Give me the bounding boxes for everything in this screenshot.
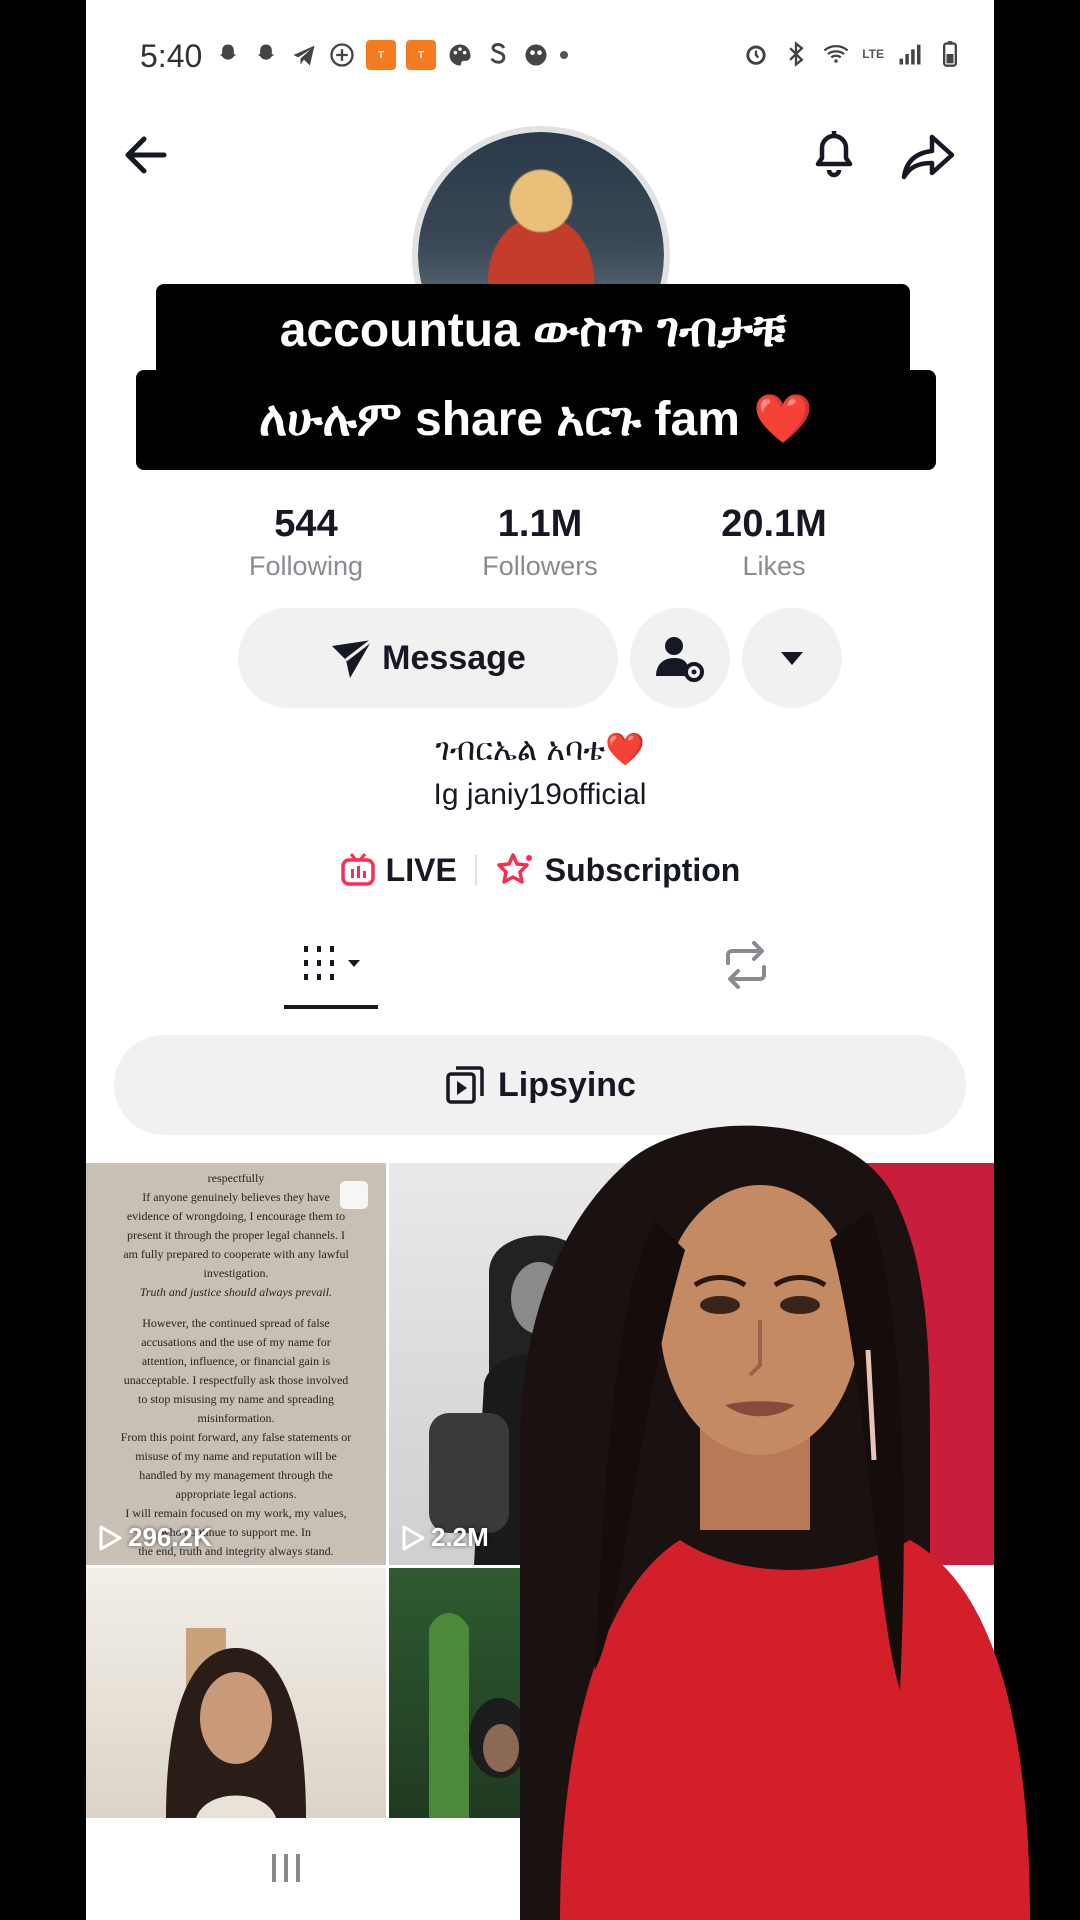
wifi-icon [823,44,849,63]
bell-icon[interactable] [804,122,864,182]
live-tv-icon [340,853,375,886]
selfie-photo [166,1628,306,1818]
stat-label: Likes [742,551,806,581]
grid-icon [304,946,360,980]
notification-icons: T T [214,40,568,70]
view-count-value: 296.2K [128,1522,212,1552]
statement-line: investigation. [203,1266,269,1280]
status-time: 5:40 [140,38,203,74]
stat-label: Following [248,551,364,581]
battery-icon [943,41,957,67]
subscription-star-icon [497,853,532,884]
statement-text: respectfully If anyone genuinely believe… [86,1163,386,1565]
caption-heart-emoji: ❤️ [753,393,814,446]
game-icon [525,44,547,66]
temu-icon: T [366,40,396,70]
follow-settings-button[interactable] [630,608,730,708]
user-settings-icon [656,637,704,682]
live-label: LIVE [385,851,457,888]
statement-line: I will remain focused on my work, my val… [125,1506,347,1520]
stat-value: 544 [274,503,338,545]
subscription-label: Subscription [544,851,741,888]
live-link[interactable]: LIVE [340,852,457,889]
statement-line: misuse of my name and reputation will be [135,1449,337,1463]
bio-heart-emoji: ❤️ [604,731,645,767]
statement-line: appropriate legal actions. [175,1487,297,1501]
network-type: LTE [862,47,884,61]
more-notifications-dot [560,51,568,59]
statement-line: attention, influence, or financial gain … [141,1354,331,1368]
stat-following[interactable]: 544 Following [206,500,406,584]
message-button[interactable]: Message [238,608,618,708]
s-app-icon [490,43,506,64]
palette-icon [449,44,471,66]
play-icon [402,1525,425,1550]
bio-name: ገብርኤል አባቴ [435,731,605,767]
statement-line [96,1302,376,1314]
telegram-icon [293,45,315,66]
more-options-dropdown-button[interactable] [742,608,842,708]
stat-followers[interactable]: 1.1M Followers [440,500,640,584]
bio-instagram-line: Ig janiy19official [433,778,647,811]
video-caption-line-2: ለሁሉም share አርጉ fam ❤️ [136,370,936,470]
system-icons: LTE [742,40,964,68]
video-thumbnail[interactable]: respectfully If anyone genuinely believe… [86,1163,386,1565]
repost-icon[interactable] [716,935,776,995]
share-arrow-icon[interactable] [898,125,960,185]
statement-line: misinformation. [197,1411,275,1425]
snapchat-icon [219,44,237,60]
statement-line: From this point forward, any false state… [120,1430,352,1444]
caption-text-2: ለሁሉም share አርጉ fam [258,393,740,446]
video-caption-line-1: accountua ውስጥ ገብታቹ [156,284,910,378]
play-icon [99,1525,122,1550]
view-count: 296.2K [98,1522,212,1553]
statement-line: evidence of wrongdoing, I encourage them… [126,1209,346,1223]
status-bar: 5:40 T T LTE [86,0,994,110]
stat-label: Followers [482,551,598,581]
statement-line: handled by my management through the [139,1468,333,1482]
statement-line: accusations and the use of my name for [141,1335,331,1349]
select-checkbox[interactable] [340,1181,368,1209]
view-count: 2.2M [401,1522,489,1553]
recent-apps-icon[interactable] [266,1848,306,1888]
stat-likes[interactable]: 20.1M Likes [674,500,874,584]
statement-line: to stop misusing my name and spreading [138,1392,334,1406]
caption-text-1: accountua ውስጥ ገብታቹ [279,304,787,357]
stat-value: 20.1M [721,503,827,545]
temu-icon: T [406,40,436,70]
snapchat-icon [257,44,275,60]
signal-icon [899,44,921,65]
statement-line: respectfully [207,1171,265,1185]
stat-value: 1.1M [497,503,583,545]
profile-stats: 544 Following 1.1M Followers 20.1M Likes [86,500,994,590]
message-button-label: Message [382,638,526,677]
send-icon [332,638,374,678]
statement-line: If anyone genuinely believes they have [142,1190,330,1204]
statement-line: am fully prepared to cooperate with any … [123,1247,349,1261]
link-separator [474,855,477,885]
statement-line: However, the continued spread of false [142,1316,330,1330]
bluetooth-icon [789,41,804,67]
active-tab-indicator [284,1005,378,1009]
statement-line: unacceptable. I respectfully ask those i… [123,1373,349,1387]
playlist-label: Lipsyinc [498,1065,636,1104]
profile-links: LIVE Subscription [86,845,994,895]
subscription-link[interactable]: Subscription [495,851,741,889]
alarm-icon [746,45,766,65]
back-arrow-icon[interactable] [116,125,176,185]
caret-down-icon [781,652,803,665]
video-thumbnail[interactable] [86,1568,386,1818]
statement-line: Truth and justice should always prevail. [139,1285,333,1299]
plus-circle-icon [330,43,354,67]
statement-line: present it through the proper legal chan… [127,1228,345,1242]
overlay-person-cutout [520,1125,1030,1920]
bio-name-line: ገብርኤል አባቴ❤️ [86,730,994,769]
playlist-icon [446,1066,484,1104]
tab-videos[interactable] [274,935,394,995]
